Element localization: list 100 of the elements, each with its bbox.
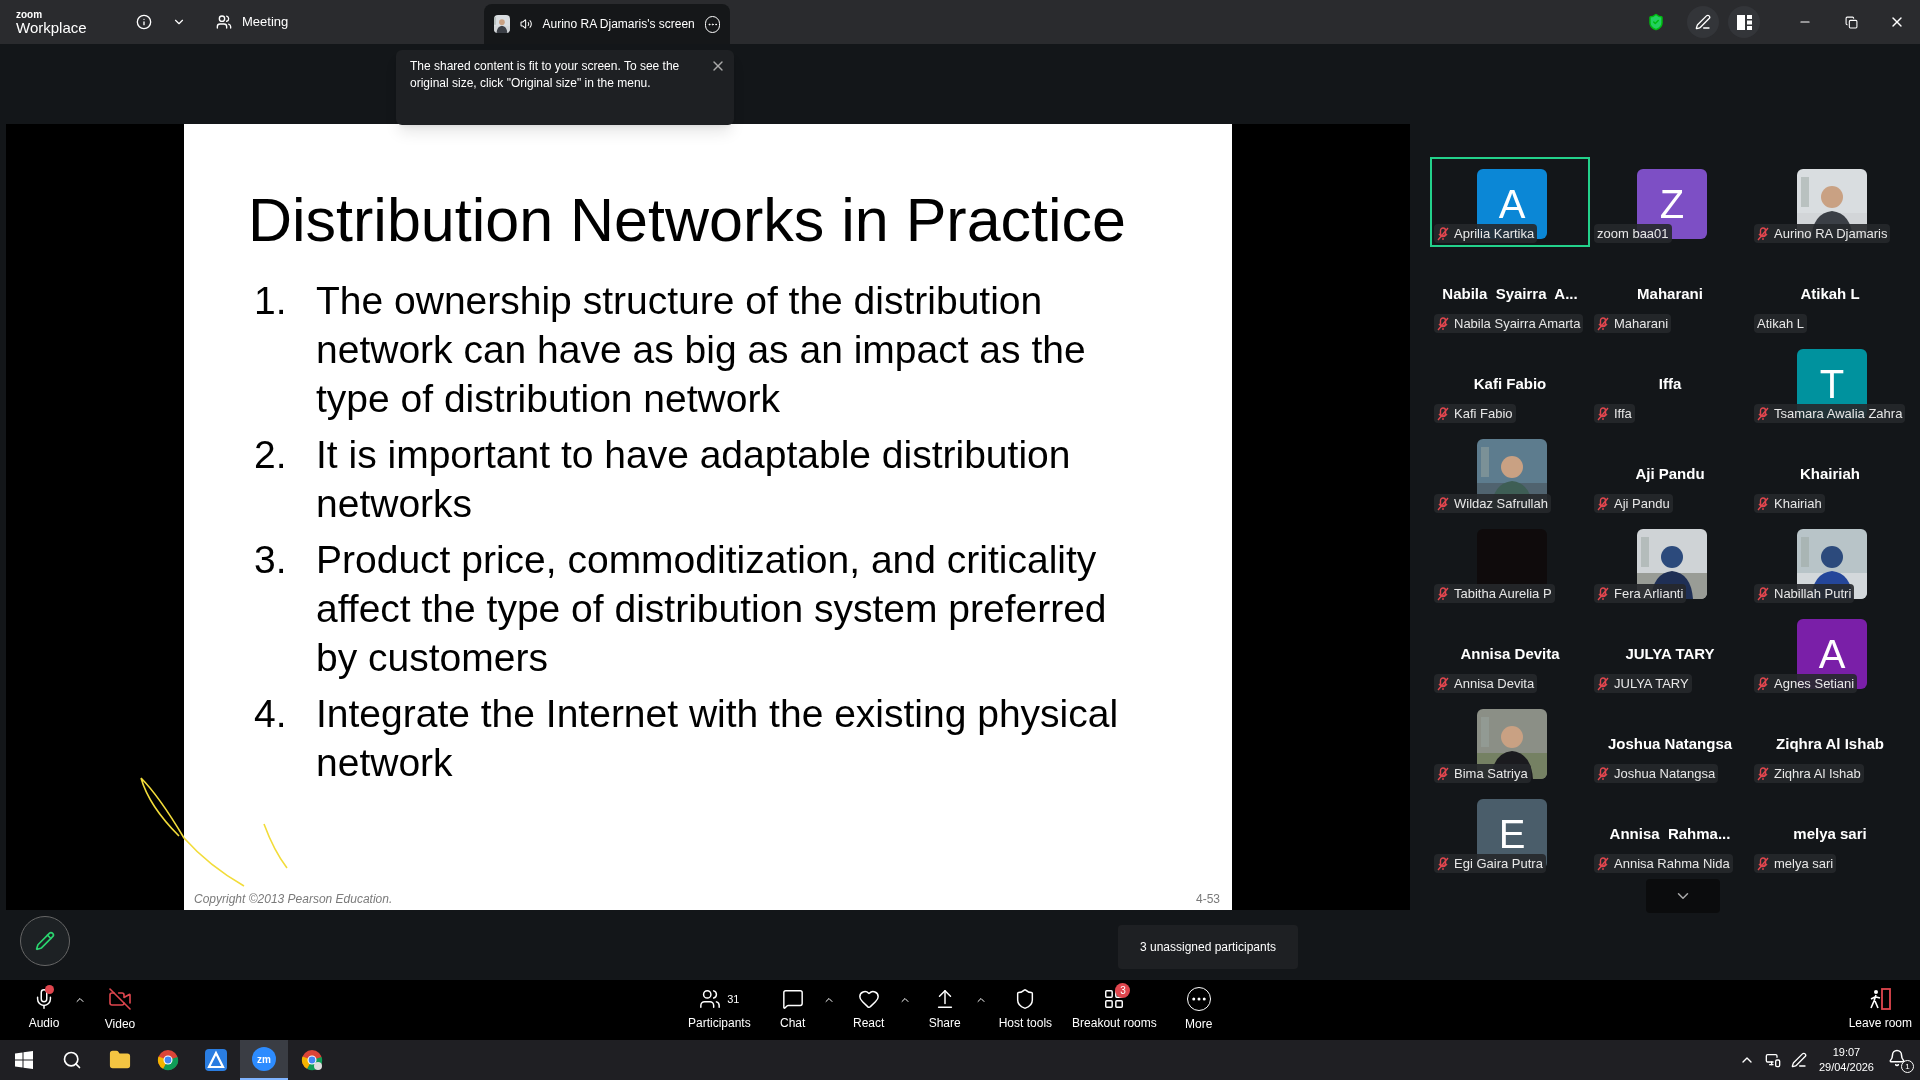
participant-tile[interactable]: Maharani Maharani (1590, 247, 1750, 337)
share-tab[interactable]: Aurino RA Djamaris's screen (484, 4, 731, 44)
toolbar-button[interactable]: Audio (14, 982, 74, 1038)
video-off-icon (108, 987, 132, 1011)
participant-tile[interactable]: Aji Pandu Aji Pandu (1590, 427, 1750, 517)
muted-mic-icon (1437, 406, 1449, 421)
muted-mic-icon (1437, 316, 1449, 331)
participant-tile[interactable]: A Aprilia Kartika (1430, 157, 1590, 247)
participant-tile[interactable]: Nabillah Putri (1750, 517, 1910, 607)
muted-mic-icon (1757, 406, 1769, 421)
participant-name: Bima Satriya (1454, 765, 1528, 782)
participant-tile[interactable]: Khairiah Khairiah (1750, 427, 1910, 517)
notice-text: The shared content is fit to your screen. To see the original size, click "Original size" in the menu. (410, 58, 681, 92)
grid-icon (1103, 988, 1126, 1010)
avatar-letter: T (1819, 364, 1845, 404)
avatar-letter: A (1818, 634, 1846, 674)
pen-icon (1695, 14, 1711, 30)
participant-tile[interactable]: Tabitha Aurelia P (1430, 517, 1590, 607)
participant-tile[interactable]: Annisa Devita Annisa Devita (1430, 607, 1590, 697)
toolbar-button[interactable]: More (1168, 982, 1229, 1038)
participant-display-name: Annisa Rahma... (1609, 824, 1731, 844)
participant-tile[interactable]: melya sari melya sari (1750, 787, 1910, 877)
notification-icon (1888, 1049, 1906, 1067)
annotate-button[interactable] (20, 916, 70, 966)
participant-name: Nabillah Putri (1774, 585, 1852, 602)
avatar-letter: Z (1659, 184, 1685, 224)
list-number: 3. (254, 537, 288, 583)
toolbar-button[interactable]: Chat (762, 982, 823, 1038)
notifications-button[interactable]: 1 (1888, 1047, 1914, 1073)
heart-icon (857, 988, 880, 1010)
copyright-text: Copyright ©2013 Pearson Education. (194, 891, 393, 908)
participant-tile[interactable]: JULYA TARY JULYA TARY (1590, 607, 1750, 697)
pencil-icon (35, 931, 55, 951)
notification-badge: 3 (1115, 983, 1131, 998)
muted-mic-icon (1757, 766, 1769, 781)
annotate-button[interactable] (1687, 6, 1719, 38)
participant-count: 31 (727, 991, 740, 1007)
muted-mic-icon (1597, 766, 1609, 781)
participant-tile[interactable]: T Tsamara Awalia Zahra (1750, 337, 1910, 427)
participant-tile[interactable]: Wildaz Safrullah (1430, 427, 1590, 517)
avatar-letter: A (1498, 184, 1526, 224)
participant-name: Annisa Devita (1454, 675, 1535, 692)
participant-tile[interactable]: Atikah L Atikah L (1750, 247, 1910, 337)
participant-name: Ziqhra Al Ishab (1774, 765, 1861, 782)
toolbar-button[interactable]: Share (914, 982, 975, 1038)
leave-room-button[interactable]: Leave room (1848, 982, 1912, 1038)
toolbar-button[interactable]: 31 Participants (680, 982, 759, 1038)
meeting-button[interactable]: Meeting (216, 12, 289, 32)
participant-name: zoom baa01 (1597, 225, 1669, 242)
list-item-text: Integrate the Internet with the existing physical network (315, 691, 1120, 786)
pen-icon[interactable] (1790, 1052, 1807, 1068)
toolbar-button[interactable]: React (838, 982, 899, 1038)
security-shield-icon (1647, 13, 1665, 31)
participant-name: melya sari (1774, 855, 1834, 872)
participant-tile[interactable]: A Agnes Setiani (1750, 607, 1910, 697)
toolbar-button[interactable]: 3 Breakout rooms (1064, 982, 1165, 1038)
participant-tile[interactable]: E Egi Gaira Putra (1430, 787, 1590, 877)
participant-tile[interactable]: Z zoom baa01 (1590, 157, 1750, 247)
toolbar-button[interactable]: Video (90, 982, 150, 1038)
muted-mic-icon (1437, 226, 1449, 241)
layout-button[interactable] (1728, 6, 1760, 38)
muted-mic-icon (1757, 496, 1769, 511)
participant-name: Joshua Natangsa (1614, 765, 1716, 782)
participant-tile[interactable]: Ziqhra Al Ishab Ziqhra Al Ishab (1750, 697, 1910, 787)
participant-name: Aji Pandu (1614, 495, 1670, 512)
participant-tile[interactable]: Aurino RA Djamaris (1750, 157, 1910, 247)
participant-tile[interactable]: Joshua Natangsa Joshua Natangsa (1590, 697, 1750, 787)
muted-mic-icon (1437, 586, 1449, 601)
list-number: 4. (254, 691, 288, 737)
participant-display-name: Aji Pandu (1635, 464, 1705, 484)
brand-small: zoom (16, 9, 44, 20)
network-icon[interactable] (1764, 1052, 1781, 1068)
participant-name: Maharani (1614, 315, 1669, 332)
clock-date: 29/04/2026 (1818, 1060, 1874, 1075)
chat-icon (781, 988, 804, 1010)
muted-mic-icon (1437, 856, 1449, 871)
speaker-icon (520, 17, 533, 31)
zoom-app-icon: zm (252, 1047, 276, 1071)
participant-tile[interactable]: Iffa Iffa (1590, 337, 1750, 427)
participant-tile[interactable]: Kafi Fabio Kafi Fabio (1430, 337, 1590, 427)
muted-mic-icon (1597, 676, 1609, 691)
windows-icon (15, 1051, 33, 1069)
participant-name: Tsamara Awalia Zahra (1774, 405, 1903, 422)
muted-mic-icon (1757, 586, 1769, 601)
share-tab-title: Aurino RA Djamaris's screen (542, 16, 695, 33)
participant-name: Agnes Setiani (1774, 675, 1855, 692)
participant-tile[interactable]: Fera Arlianti (1590, 517, 1750, 607)
muted-mic-icon (1597, 316, 1609, 331)
layout-icon (1736, 14, 1752, 30)
participant-display-name: Maharani (1637, 284, 1703, 304)
participant-name: Aurino RA Djamaris (1774, 225, 1888, 242)
participant-tile[interactable]: Annisa Rahma... Annisa Rahma Nida (1590, 787, 1750, 877)
toolbar-button[interactable]: Host tools (990, 982, 1061, 1038)
participant-name: Khairiah (1774, 495, 1822, 512)
info-button[interactable] (136, 14, 152, 30)
participant-name: Egi Gaira Putra (1454, 855, 1543, 872)
participant-tile[interactable]: Bima Satriya (1430, 697, 1590, 787)
muted-mic-icon (1437, 766, 1449, 781)
participant-tile[interactable]: Nabila Syairra A... Nabila Syairra Amarta (1430, 247, 1590, 337)
participant-display-name: Joshua Natangsa (1607, 734, 1733, 754)
